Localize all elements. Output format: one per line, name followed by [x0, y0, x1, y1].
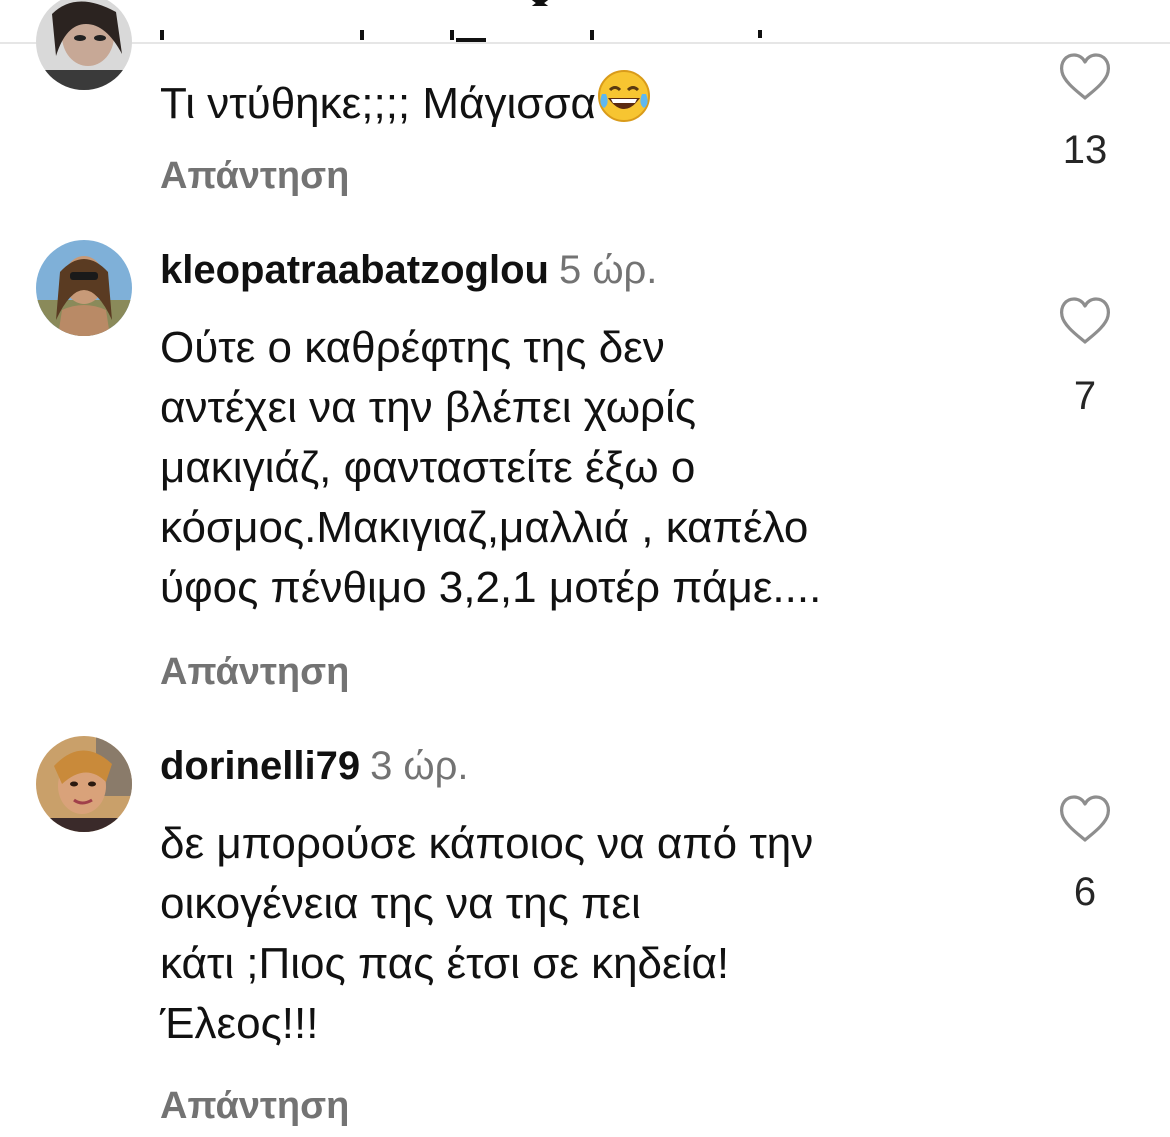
- avatar[interactable]: [36, 240, 132, 336]
- username[interactable]: dorinelli79: [160, 744, 360, 788]
- header-fragment: [522, 0, 558, 6]
- heart-outline-icon[interactable]: [1056, 292, 1114, 350]
- comment-text: Ούτε ο καθρέφτης της δεν αντέχει να την …: [160, 323, 822, 612]
- reply-button[interactable]: Απάντηση: [160, 648, 349, 696]
- heart-outline-icon[interactable]: [1056, 790, 1114, 848]
- laughing-tears-emoji-icon: [596, 68, 652, 124]
- avatar[interactable]: [36, 0, 132, 90]
- like-count: 6: [1073, 870, 1097, 914]
- comment-text: Τι ντύθηκε;;;; Μάγισσα: [160, 68, 1020, 134]
- like-count: 7: [1073, 374, 1097, 418]
- timestamp: 3 ώρ.: [370, 744, 469, 788]
- cropped-text-line: [160, 30, 800, 44]
- comment-text-content: Τι ντύθηκε;;;; Μάγισσα: [160, 79, 596, 128]
- reply-button[interactable]: Απάντηση: [160, 152, 349, 200]
- username[interactable]: kleopatraabatzoglou: [160, 248, 549, 292]
- comment-header: dorinelli79 3 ώρ.: [160, 742, 469, 790]
- comment-header: kleopatraabatzoglou 5 ώρ.: [160, 246, 657, 294]
- reply-button[interactable]: Απάντηση: [160, 1082, 349, 1130]
- avatar[interactable]: [36, 736, 132, 832]
- like-count: 13: [1062, 128, 1108, 172]
- comment-text: δε μπορούσε κάποιος να από την οικογένει…: [160, 819, 814, 1048]
- timestamp: 5 ώρ.: [558, 248, 658, 292]
- heart-outline-icon[interactable]: [1056, 48, 1114, 106]
